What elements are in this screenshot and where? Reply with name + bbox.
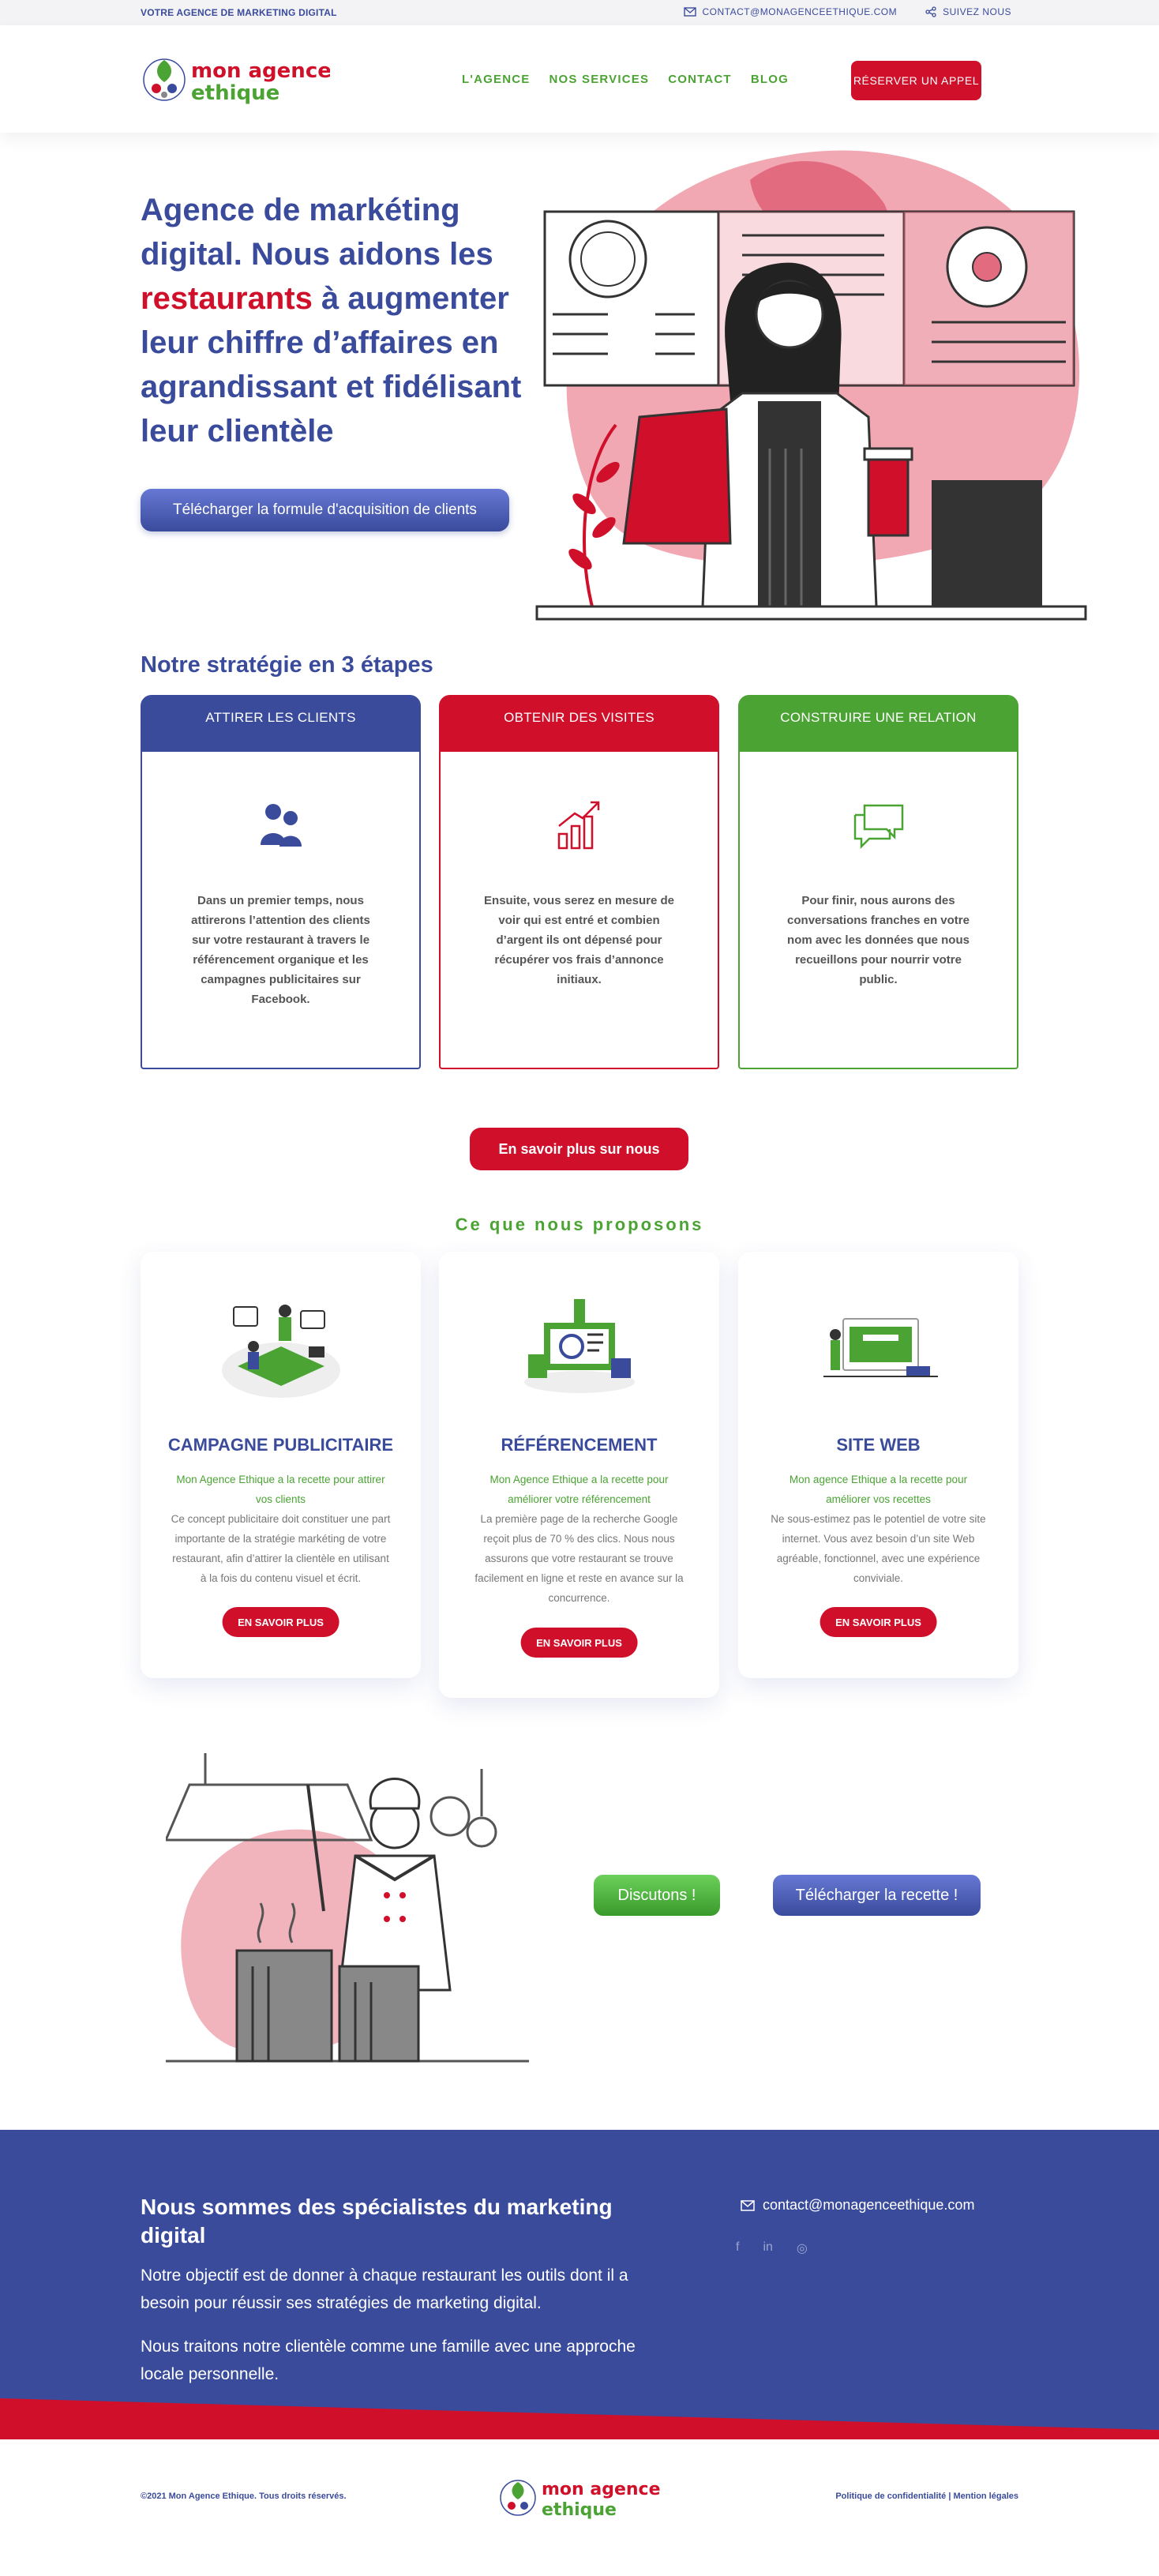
nav-contact[interactable]: CONTACT — [668, 73, 732, 86]
strategy-card-header: OBTENIR DES VISITES — [441, 697, 718, 752]
top-bar: VOTRE AGENCE DE MARKETING DIGITAL CONTAC… — [0, 0, 1159, 25]
footer-logo[interactable]: mon agence ethique — [497, 2465, 663, 2528]
tagline: VOTRE AGENCE DE MARKETING DIGITAL — [141, 7, 337, 18]
topbar-email-link[interactable]: CONTACT@MONAGENCEETHIQUE.COM — [683, 6, 898, 17]
topbar-email-text: CONTACT@MONAGENCEETHIQUE.COM — [702, 6, 898, 17]
strategy-card-text: Dans un premier temps, nous attirerons l… — [191, 894, 370, 1006]
growth-chart-icon — [557, 801, 599, 850]
service-learn-more-button[interactable]: EN SAVOIR PLUS — [520, 1628, 638, 1658]
ads-campaign-illustration — [221, 1305, 340, 1398]
website-illustration — [823, 1318, 938, 1377]
hero-title: Agence de markéting digital. Nous aidons… — [141, 188, 543, 453]
chat-bubbles-icon — [853, 804, 903, 850]
mail-icon — [683, 7, 696, 17]
footer-email-text: contact@monagenceethique.com — [763, 2197, 975, 2213]
strategy-card-visits: OBTENIR DES VISITES Ensuite, vous serez … — [439, 695, 719, 1069]
site-footer: ©2021 Mon Agence Ethique. Tous droits ré… — [0, 2439, 1159, 2576]
specialists-section: Nous sommes des spécialistes du marketin… — [0, 2130, 1159, 2439]
service-title: RÉFÉRENCEMENT — [501, 1435, 658, 1455]
footer-email-link[interactable]: contact@monagenceethique.com — [741, 2197, 974, 2214]
service-learn-more-button[interactable]: EN SAVOIR PLUS — [820, 1607, 937, 1637]
strategy-card-text: Ensuite, vous serez en mesure de voir qu… — [484, 894, 674, 986]
strategy-card-text: Pour finir, nous aurons des conversation… — [787, 894, 970, 986]
download-formula-button[interactable]: Télécharger la formule d'acquisition de … — [141, 489, 509, 531]
copyright: ©2021 Mon Agence Ethique. Tous droits ré… — [141, 2492, 347, 2501]
hero-title-part1: Agence de markéting digital. Nous aidons… — [141, 193, 493, 272]
specialists-title: Nous sommes des spécialistes du marketin… — [141, 2195, 613, 2247]
facebook-icon[interactable]: f — [736, 2240, 739, 2256]
service-card-website: SITE WEB Mon agence Ethique a la recette… — [738, 1252, 1018, 1678]
main-nav: L'AGENCE NOS SERVICES CONTACT BLOG — [462, 73, 789, 86]
legal-links[interactable]: Politique de confidentialité | Mention l… — [835, 2492, 1018, 2501]
service-description: La première page de la recherche Google … — [474, 1513, 684, 1604]
nav-services[interactable]: NOS SERVICES — [549, 73, 650, 86]
svg-text:mon agence: mon agence — [191, 59, 330, 83]
service-learn-more-button[interactable]: EN SAVOIR PLUS — [222, 1607, 339, 1637]
nav-blog[interactable]: BLOG — [751, 73, 789, 86]
service-title: SITE WEB — [836, 1435, 921, 1455]
services-title: Ce que nous proposons — [455, 1215, 704, 1234]
seo-illustration — [523, 1299, 635, 1393]
instagram-icon[interactable]: ◎ — [797, 2240, 808, 2256]
discuss-button[interactable]: Discutons ! — [594, 1875, 720, 1916]
service-subtitle: Mon agence Ethique a la recette pour amé… — [789, 1474, 968, 1505]
nav-agence[interactable]: L'AGENCE — [462, 73, 531, 86]
strategy-card-header: ATTIRER LES CLIENTS — [142, 697, 419, 752]
social-links: f in ◎ — [736, 2240, 808, 2256]
service-card-seo: RÉFÉRENCEMENT Mon Agence Ethique a la re… — [439, 1252, 719, 1698]
people-icon — [260, 804, 302, 847]
svg-text:ethique: ethique — [191, 81, 279, 105]
svg-text:mon agence: mon agence — [542, 2480, 661, 2499]
service-card-ads: CAMPAGNE PUBLICITAIRE Mon Agence Ethique… — [141, 1252, 421, 1678]
chef-illustration — [166, 1753, 529, 2063]
share-icon — [925, 6, 936, 17]
specialists-paragraph-2: Nous traitons notre clientèle comme une … — [141, 2338, 636, 2383]
service-description: Ne sous-estimez pas le potentiel de votr… — [771, 1513, 986, 1584]
strategy-card-header: CONSTRUIRE UNE RELATION — [740, 697, 1017, 752]
strategy-card-relation: CONSTRUIRE UNE RELATION Pour finir, nous… — [738, 695, 1018, 1069]
hero-illustration — [535, 150, 1087, 621]
mail-icon — [741, 2199, 755, 2211]
site-logo[interactable]: mon agence ethique — [141, 43, 330, 114]
strategy-card-attract: ATTIRER LES CLIENTS Dans un premier temp… — [141, 695, 421, 1069]
specialists-paragraph-1: Notre objectif est de donner à chaque re… — [141, 2266, 628, 2312]
follow-us-link[interactable]: SUIVEZ NOUS — [925, 6, 1011, 17]
service-subtitle: Mon Agence Ethique a la recette pour att… — [176, 1474, 385, 1505]
svg-text:ethique: ethique — [542, 2500, 617, 2520]
follow-us-text: SUIVEZ NOUS — [943, 6, 1011, 17]
service-title: CAMPAGNE PUBLICITAIRE — [167, 1435, 394, 1455]
book-call-button[interactable]: RÉSERVER UN APPEL — [851, 61, 981, 100]
service-subtitle: Mon Agence Ethique a la recette pour amé… — [489, 1474, 669, 1505]
download-recipe-button[interactable]: Télécharger la recette ! — [773, 1875, 981, 1916]
hero-title-highlight: restaurants — [141, 281, 313, 316]
linkedin-icon[interactable]: in — [763, 2240, 772, 2256]
learn-more-about-us-button[interactable]: En savoir plus sur nous — [470, 1128, 688, 1170]
strategy-title: Notre stratégie en 3 étapes — [141, 652, 433, 678]
service-description: Ce concept publicitaire doit constituer … — [171, 1513, 391, 1584]
site-header: mon agence ethique L'AGENCE NOS SERVICES… — [0, 25, 1159, 133]
